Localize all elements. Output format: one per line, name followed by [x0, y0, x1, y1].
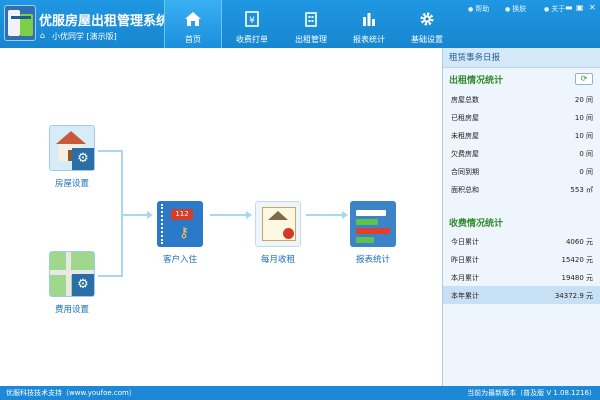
about-dot-icon: ● — [544, 6, 550, 13]
tab-billing-label: 收费打单 — [236, 35, 268, 44]
refresh-button[interactable]: ⟳ — [575, 73, 593, 85]
building-icon — [305, 12, 317, 27]
stat-row: 已租房屋 10 间 — [451, 114, 593, 122]
fee-row: 今日累计 4060 元 — [451, 238, 593, 246]
tab-home[interactable]: 首页 — [164, 0, 222, 48]
report-stats-node[interactable]: 报表统计 — [333, 201, 413, 265]
about-link[interactable]: ● 关于 — [544, 4, 565, 14]
top-bar: 优服房屋出租管理系统 ⌂ 小优同学 [演示版] 首页 ¥ 收费打单 出租管理 报… — [0, 0, 600, 48]
close-button[interactable]: ✕ — [589, 3, 596, 12]
tenant-book-icon: 112 ⚷ — [157, 201, 203, 247]
version-info: 当前为最新版本（普及版 V 1.08.1216） — [467, 389, 596, 397]
fee-stats-title: 收费情况统计 — [449, 219, 504, 229]
fee-settings-icon: ⚙ — [49, 251, 95, 297]
fee-settings-node[interactable]: ⚙ 费用设置 — [32, 251, 112, 315]
rental-stats-title: 出租情况统计 — [449, 76, 504, 86]
receipt-icon: ¥ — [245, 11, 259, 27]
house-settings-node[interactable]: ⚙ 房屋设置 — [32, 125, 112, 189]
skin-dot-icon: ● — [505, 6, 511, 13]
tab-settings-label: 基础设置 — [411, 35, 443, 44]
minimize-button[interactable]: ▬ — [565, 3, 573, 12]
tab-rental[interactable]: 出租管理 — [282, 0, 340, 48]
skin-link[interactable]: ● 换肤 — [505, 4, 526, 14]
fee-settings-label: 费用设置 — [54, 305, 89, 315]
tab-rental-label: 出租管理 — [295, 35, 327, 44]
house-small-icon: ⌂ — [40, 31, 46, 40]
tenant-checkin-label: 客户入住 — [162, 255, 197, 265]
maximize-button[interactable]: ▣ — [576, 3, 584, 12]
app-window: 优服房屋出租管理系统 ⌂ 小优同学 [演示版] 首页 ¥ 收费打单 出租管理 报… — [0, 0, 600, 400]
support-link[interactable]: 优服科技技术支持（www.youfoe.com） — [6, 386, 136, 400]
stat-row: 未租房屋 10 间 — [451, 132, 593, 140]
monthly-rent-label: 每月收租 — [260, 255, 295, 265]
user-label: 小优同学 [演示版] — [52, 32, 117, 41]
panel-title: 租赁事务日报 — [443, 48, 600, 68]
monthly-rent-node[interactable]: 每月收租 — [238, 201, 318, 265]
stat-row: 房屋总数 20 间 — [451, 96, 593, 104]
stat-row: 欠费房屋 0 间 — [451, 150, 593, 158]
tab-billing[interactable]: ¥ 收费打单 — [223, 0, 281, 48]
report-stats-label: 报表统计 — [355, 255, 390, 265]
svg-text:¥: ¥ — [249, 16, 255, 26]
tab-settings[interactable]: 基础设置 — [398, 0, 456, 48]
help-link[interactable]: ● 帮助 — [468, 4, 489, 14]
house-settings-label: 房屋设置 — [54, 179, 89, 189]
help-dot-icon: ● — [468, 6, 474, 13]
bar-chart-icon — [363, 13, 375, 26]
daily-report-panel: 租赁事务日报 出租情况统计 ⟳ 房屋总数 20 间 已租房屋 10 间 未租房屋 10… — [442, 48, 600, 386]
status-bar: 优服科技技术支持（www.youfoe.com） 当前为最新版本（普及版 V 1… — [0, 386, 600, 400]
fee-row-selected: 本年累计 34372.9 元 — [443, 286, 600, 304]
home-icon — [185, 12, 201, 26]
workflow-area: ⚙ 房屋设置 ⚙ 费用设置 112 ⚷ 客户入住 每月收租 报表统计 — [0, 48, 442, 386]
tab-reports[interactable]: 报表统计 — [340, 0, 398, 48]
fee-row: 昨日累计 15420 元 — [451, 256, 593, 264]
report-chart-icon — [350, 201, 396, 247]
tab-reports-label: 报表统计 — [353, 35, 385, 44]
app-title: 优服房屋出租管理系统 — [39, 14, 170, 29]
fee-row: 本月累计 19480 元 — [451, 274, 593, 282]
gear-icon — [420, 12, 434, 26]
stat-row: 合同到期 0 间 — [451, 168, 593, 176]
tab-home-label: 首页 — [185, 35, 201, 44]
house-settings-icon: ⚙ — [49, 125, 95, 171]
certificate-icon — [255, 201, 301, 247]
stat-row: 面积总和 553 ㎡ — [451, 186, 593, 194]
tenant-checkin-node[interactable]: 112 ⚷ 客户入住 — [140, 201, 220, 265]
app-logo — [4, 5, 36, 41]
